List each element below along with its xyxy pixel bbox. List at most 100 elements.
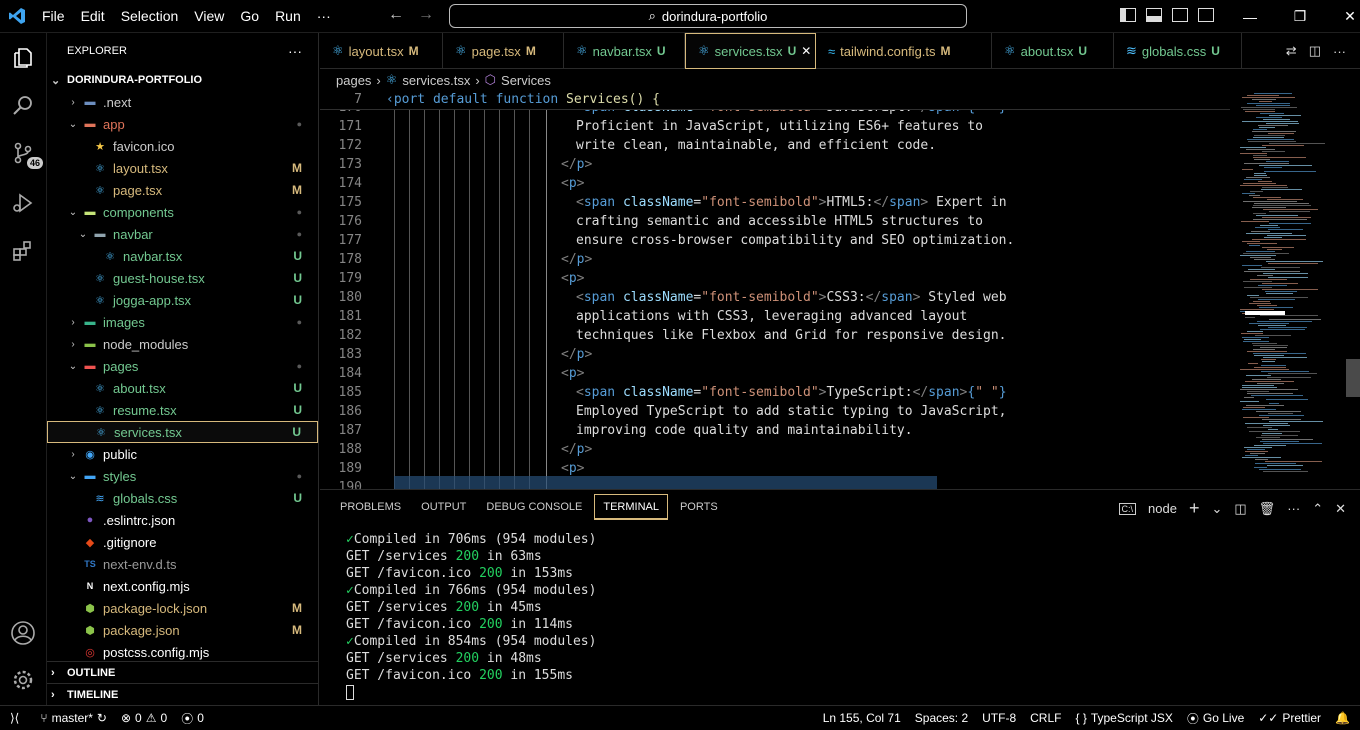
- compare-icon[interactable]: ⇄: [1286, 43, 1297, 59]
- tree-item[interactable]: ⚛ services.tsx U: [47, 421, 318, 443]
- minimap[interactable]: [1235, 91, 1330, 489]
- more-actions-icon[interactable]: ···: [1287, 501, 1300, 516]
- menu-more[interactable]: ···: [309, 8, 339, 24]
- extensions-icon[interactable]: [8, 236, 38, 266]
- menu-selection[interactable]: Selection: [113, 8, 187, 24]
- tree-item[interactable]: ⚛ resume.tsx U: [47, 399, 318, 421]
- tree-item[interactable]: ⬢ package.json M: [47, 619, 318, 641]
- tree-item[interactable]: ⬢ package-lock.json M: [47, 597, 318, 619]
- close-tab-icon[interactable]: ✕: [801, 44, 811, 58]
- tree-item[interactable]: › ▬ images ●: [47, 311, 318, 333]
- tree-item[interactable]: ⚛ navbar.tsx U: [47, 245, 318, 267]
- terminal-prompt[interactable]: [346, 685, 596, 702]
- run-debug-icon[interactable]: [8, 188, 38, 218]
- activity-bar: 46: [0, 33, 47, 705]
- tree-item[interactable]: ≋ globals.css U: [47, 487, 318, 509]
- settings-gear-icon[interactable]: [8, 665, 38, 695]
- problems-status[interactable]: ⊗ 0 ⚠ 0: [114, 711, 174, 725]
- tree-item[interactable]: ⚛ page.tsx M: [47, 179, 318, 201]
- tree-item[interactable]: TS next-env.d.ts: [47, 553, 318, 575]
- tree-item[interactable]: ★ favicon.ico: [47, 135, 318, 157]
- menu-view[interactable]: View: [186, 8, 232, 24]
- panel-tab-output[interactable]: OUTPUT: [413, 494, 474, 520]
- breadcrumb-file[interactable]: services.tsx: [402, 73, 470, 88]
- toggle-panel-icon[interactable]: [1146, 8, 1162, 22]
- tab-about-tsx[interactable]: ⚛ about.tsx U: [992, 33, 1114, 69]
- tree-item[interactable]: › ▬ node_modules: [47, 333, 318, 355]
- tree-item[interactable]: ⚛ guest-house.tsx U: [47, 267, 318, 289]
- tab-globals-css[interactable]: ≋ globals.css U: [1114, 33, 1242, 69]
- trash-icon[interactable]: 🗑: [1259, 501, 1276, 517]
- tree-item[interactable]: ⌄ ▬ navbar ●: [47, 223, 318, 245]
- new-terminal-icon[interactable]: +: [1189, 498, 1200, 519]
- split-editor-icon[interactable]: ◫: [1309, 43, 1321, 59]
- breadcrumb-symbol[interactable]: Services: [501, 73, 551, 88]
- tree-item[interactable]: ⌄ ▬ pages ●: [47, 355, 318, 377]
- tab-tailwind-config-ts[interactable]: ≈ tailwind.config.ts M: [816, 33, 992, 69]
- workspace-root[interactable]: ⌄ DORINDURA-PORTFOLIO: [47, 69, 318, 91]
- source-control-icon[interactable]: 46: [8, 138, 44, 169]
- breadcrumb-folder[interactable]: pages: [336, 73, 371, 88]
- panel-tab-ports[interactable]: PORTS: [672, 494, 726, 520]
- prettier-button[interactable]: ✓✓ Prettier: [1251, 711, 1328, 725]
- code-editor[interactable]: 7 ‹port default function Services() { 17…: [320, 91, 1360, 489]
- close-panel-icon[interactable]: ✕: [1335, 501, 1346, 517]
- tree-item[interactable]: ◎ postcss.config.mjs: [47, 641, 318, 663]
- panel-tab-terminal[interactable]: TERMINAL: [594, 494, 668, 520]
- tree-item[interactable]: ⌄ ▬ components ●: [47, 201, 318, 223]
- forward-arrow-icon[interactable]: →: [418, 6, 434, 24]
- outline-section[interactable]: › OUTLINE: [47, 661, 319, 683]
- sticky-scroll-header[interactable]: 7 ‹port default function Services() {: [320, 91, 1230, 110]
- tree-item[interactable]: ⚛ about.tsx U: [47, 377, 318, 399]
- tree-item[interactable]: ● .eslintrc.json: [47, 509, 318, 531]
- tree-item[interactable]: ⌄ ▬ styles ●: [47, 465, 318, 487]
- notifications-bell-icon[interactable]: 🔔: [1328, 711, 1360, 725]
- ports-status[interactable]: ⦿ 0: [174, 710, 211, 727]
- minimize-icon[interactable]: —: [1225, 9, 1275, 25]
- chevron-down-icon[interactable]: ⌄: [1211, 501, 1222, 517]
- explorer-icon[interactable]: [8, 43, 38, 73]
- maximize-panel-icon[interactable]: ⌃: [1312, 501, 1323, 517]
- split-terminal-icon[interactable]: ◫: [1234, 501, 1246, 517]
- tab-services-tsx[interactable]: ⚛ services.tsx U ✕: [685, 33, 816, 69]
- customize-layout-icon[interactable]: [1198, 8, 1214, 22]
- terminal-output[interactable]: ✓Compiled in 706ms (954 modules) GET /ser…: [346, 532, 596, 702]
- end-of-line[interactable]: CRLF: [1023, 711, 1068, 725]
- tree-item[interactable]: Nnext.config.mjs: [47, 575, 318, 597]
- tree-item[interactable]: › ◉ public: [47, 443, 318, 465]
- menu-go[interactable]: Go: [232, 8, 267, 24]
- menu-edit[interactable]: Edit: [73, 8, 113, 24]
- editor-scrollbar[interactable]: [1346, 359, 1360, 397]
- branch-status[interactable]: ⑂ master* ↻: [26, 711, 114, 725]
- tree-item[interactable]: ⚛ jogga-app.tsx U: [47, 289, 318, 311]
- remote-icon[interactable]: ⟩⟨: [0, 711, 26, 725]
- menu-run[interactable]: Run: [267, 8, 309, 24]
- language-mode[interactable]: { } TypeScript JSX: [1068, 711, 1179, 725]
- close-icon[interactable]: ✕: [1325, 8, 1360, 25]
- tab-layout-tsx[interactable]: ⚛ layout.tsx M: [320, 33, 443, 69]
- go-live-button[interactable]: ⦿ Go Live: [1180, 710, 1251, 727]
- toggle-secondary-sidebar-icon[interactable]: [1172, 8, 1188, 22]
- panel-tab-debug-console[interactable]: DEBUG CONSOLE: [478, 494, 590, 520]
- tab-page-tsx[interactable]: ⚛ page.tsx M: [443, 33, 564, 69]
- tree-item[interactable]: ⌄ ▬ app ●: [47, 113, 318, 135]
- cursor-position[interactable]: Ln 155, Col 71: [816, 711, 908, 725]
- tab-navbar-tsx[interactable]: ⚛ navbar.tsx U: [564, 33, 685, 69]
- terminal-name[interactable]: node: [1148, 501, 1177, 516]
- toggle-primary-sidebar-icon[interactable]: [1120, 8, 1136, 22]
- tree-item[interactable]: ◆ .gitignore: [47, 531, 318, 553]
- command-center-search[interactable]: ⌕ dorindura-portfolio: [449, 4, 967, 28]
- back-arrow-icon[interactable]: ←: [388, 6, 404, 24]
- restore-icon[interactable]: ❐: [1275, 8, 1325, 25]
- timeline-section[interactable]: › TIMELINE: [47, 683, 319, 705]
- tree-item[interactable]: ⚛ layout.tsx M: [47, 157, 318, 179]
- encoding[interactable]: UTF-8: [975, 711, 1023, 725]
- indentation[interactable]: Spaces: 2: [908, 711, 975, 725]
- explorer-more-button[interactable]: ···: [288, 43, 302, 59]
- account-icon[interactable]: [8, 618, 38, 648]
- menu-file[interactable]: File: [34, 8, 73, 24]
- panel-tab-problems[interactable]: PROBLEMS: [332, 494, 409, 520]
- more-actions-icon[interactable]: ···: [1333, 44, 1346, 59]
- tree-item[interactable]: › ▬ .next: [47, 91, 318, 113]
- search-icon[interactable]: [8, 90, 38, 120]
